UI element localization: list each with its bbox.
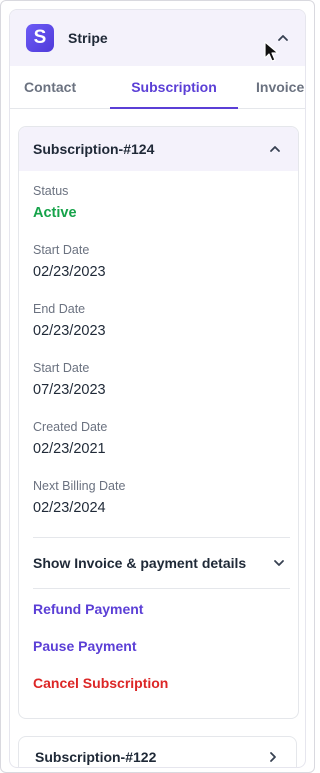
app-title: Stripe [68, 30, 108, 46]
second-start-date-value: 07/23/2023 [33, 382, 106, 398]
logo-letter: S [33, 27, 47, 48]
details-toggle-label: Show Invoice & payment details [33, 555, 247, 571]
second-start-date-label: Start Date [33, 361, 90, 375]
tab-bar: Contact Subscription Invoice [10, 66, 305, 109]
chevron-up-icon[interactable] [266, 140, 284, 158]
next-billing-date-field: Next Billing Date 02/23/2024 [33, 478, 290, 518]
status-label: Status [33, 184, 69, 198]
created-date-label: Created Date [33, 420, 108, 434]
created-date-value: 02/23/2021 [33, 441, 106, 457]
app-header[interactable]: S Stripe [10, 10, 305, 66]
start-date-field: Start Date 02/23/2023 [33, 242, 290, 282]
tab-subscription[interactable]: Subscription [110, 66, 238, 109]
app-panel: S Stripe Contact Subscription Invoice Su… [0, 0, 315, 773]
invoice-payment-details-toggle[interactable]: Show Invoice & payment details [33, 538, 290, 588]
subscription-actions: Refund Payment Pause Payment Cancel Subs… [33, 589, 290, 718]
subscription-title: Subscription-#124 [33, 141, 155, 157]
end-date-label: End Date [33, 302, 86, 316]
cancel-subscription-link[interactable]: Cancel Subscription [33, 673, 290, 693]
start-date-label: Start Date [33, 243, 90, 257]
second-start-date-field: Start Date 07/23/2023 [33, 360, 290, 400]
next-billing-date-label: Next Billing Date [33, 479, 126, 493]
start-date-value: 02/23/2023 [33, 264, 106, 280]
end-date-field: End Date 02/23/2023 [33, 301, 290, 341]
created-date-field: Created Date 02/23/2021 [33, 419, 290, 459]
chevron-right-icon[interactable] [264, 748, 282, 766]
tab-contact[interactable]: Contact [18, 66, 110, 108]
tab-invoice[interactable]: Invoice [238, 66, 304, 108]
end-date-value: 02/23/2023 [33, 323, 106, 339]
chevron-down-icon[interactable] [270, 554, 288, 572]
pause-payment-link[interactable]: Pause Payment [33, 636, 290, 656]
status-field: Status Active [33, 183, 290, 223]
subscription-card-body: Status Active Start Date 02/23/2023 End … [19, 171, 298, 718]
subscription-card-header[interactable]: Subscription-#124 [19, 127, 298, 171]
stripe-panel: S Stripe Contact Subscription Invoice Su… [9, 9, 306, 768]
mouse-cursor-icon [264, 41, 279, 62]
subscription-card: Subscription-#124 Status Active Start Da… [18, 126, 299, 719]
stripe-logo: S [26, 24, 54, 52]
refund-payment-link[interactable]: Refund Payment [33, 599, 290, 619]
subscription-122-card[interactable]: Subscription-#122 [18, 736, 297, 767]
status-value: Active [33, 205, 77, 221]
subscription-122-title: Subscription-#122 [35, 749, 157, 765]
next-billing-date-value: 02/23/2024 [33, 500, 106, 516]
